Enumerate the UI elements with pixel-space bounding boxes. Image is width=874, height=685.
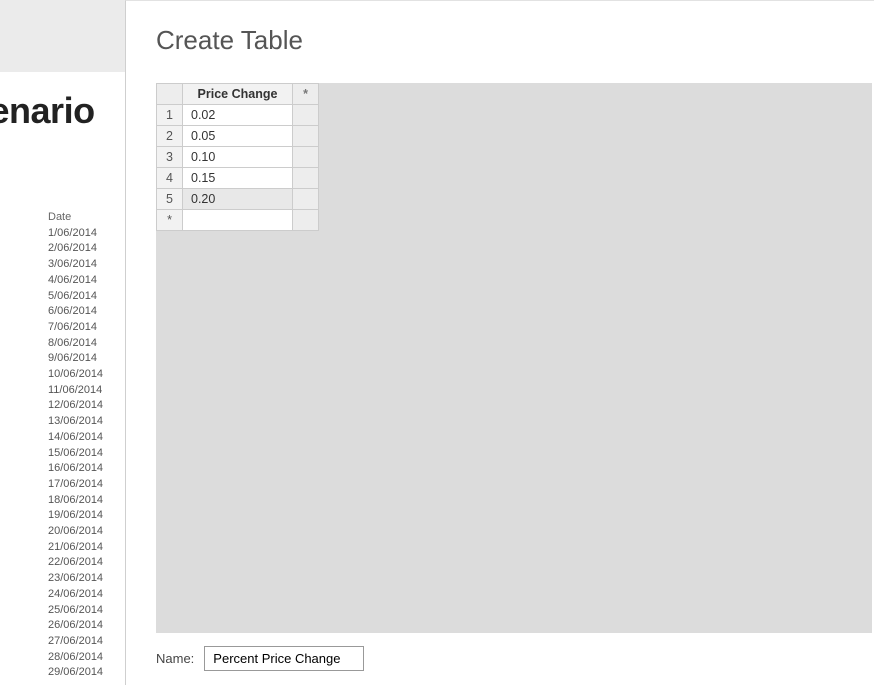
select-all-corner[interactable] [157,84,183,105]
date-row: 25/06/2014 [48,603,103,619]
row-header[interactable]: 1 [157,105,183,126]
date-row: 18/06/2014 [48,493,103,509]
data-entry-table[interactable]: Price Change * 1 0.02 2 0.05 3 0.10 4 0.… [156,83,319,231]
create-table-dialog: Create Table Price Change * 1 0.02 2 0.0… [125,0,874,685]
date-row: 7/06/2014 [48,320,103,336]
dialog-title: Create Table [126,1,874,68]
row-header[interactable]: 5 [157,189,183,210]
cell-empty[interactable] [293,147,319,168]
date-row: 5/06/2014 [48,289,103,305]
cell[interactable]: 0.10 [183,147,293,168]
date-row: 29/06/2014 [48,665,103,681]
row-header[interactable]: 3 [157,147,183,168]
name-label: Name: [156,651,194,666]
cell[interactable]: 0.15 [183,168,293,189]
date-column-header: Date [48,210,103,226]
column-header[interactable]: Price Change [183,84,293,105]
date-row: 2/06/2014 [48,241,103,257]
new-row-marker[interactable]: * [157,210,183,231]
cell-empty[interactable] [293,168,319,189]
cell-empty[interactable] [293,189,319,210]
cell-empty[interactable] [293,105,319,126]
date-row: 17/06/2014 [48,477,103,493]
page-title-fragment: cenario [0,90,95,132]
cell-empty[interactable] [293,210,319,231]
date-row: 21/06/2014 [48,540,103,556]
date-row: 4/06/2014 [48,273,103,289]
date-row: 3/06/2014 [48,257,103,273]
date-row: 26/06/2014 [48,618,103,634]
date-row: 1/06/2014 [48,226,103,242]
date-row: 13/06/2014 [48,414,103,430]
date-row: 10/06/2014 [48,367,103,383]
table-editor-area[interactable]: Price Change * 1 0.02 2 0.05 3 0.10 4 0.… [156,83,872,633]
row-header[interactable]: 2 [157,126,183,147]
new-column-marker[interactable]: * [293,84,319,105]
name-row: Name: [156,646,364,671]
date-row: 22/06/2014 [48,555,103,571]
date-row: 16/06/2014 [48,461,103,477]
date-column: Date 1/06/2014 2/06/2014 3/06/2014 4/06/… [48,210,103,681]
date-row: 8/06/2014 [48,336,103,352]
date-row: 19/06/2014 [48,508,103,524]
date-row: 15/06/2014 [48,446,103,462]
cell-empty[interactable] [293,126,319,147]
date-row: 9/06/2014 [48,351,103,367]
cell-empty[interactable] [183,210,293,231]
table-name-input[interactable] [204,646,364,671]
row-header[interactable]: 4 [157,168,183,189]
date-row: 20/06/2014 [48,524,103,540]
date-row: 28/06/2014 [48,650,103,666]
date-row: 12/06/2014 [48,398,103,414]
date-row: 23/06/2014 [48,571,103,587]
cell[interactable]: 0.20 [183,189,293,210]
cell[interactable]: 0.02 [183,105,293,126]
date-row: 11/06/2014 [48,383,103,399]
cell[interactable]: 0.05 [183,126,293,147]
date-row: 6/06/2014 [48,304,103,320]
date-row: 24/06/2014 [48,587,103,603]
date-row: 27/06/2014 [48,634,103,650]
date-row: 14/06/2014 [48,430,103,446]
